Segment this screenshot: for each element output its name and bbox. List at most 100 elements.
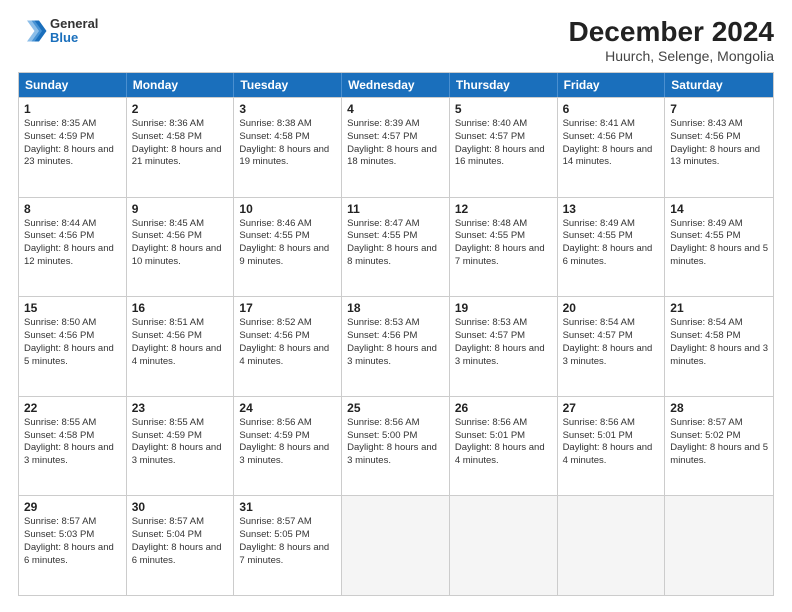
cal-cell-1-5: 13 Sunrise: 8:49 AM Sunset: 4:55 PM Dayli… bbox=[558, 198, 666, 297]
logo-icon bbox=[18, 16, 48, 46]
cell-info: Sunrise: 8:55 AM Sunset: 4:59 PM Dayligh… bbox=[132, 417, 229, 468]
cell-info: Sunrise: 8:45 AM Sunset: 4:56 PM Dayligh… bbox=[132, 218, 229, 269]
cell-info: Sunrise: 8:39 AM Sunset: 4:57 PM Dayligh… bbox=[347, 118, 444, 169]
calendar-header: Sunday Monday Tuesday Wednesday Thursday… bbox=[19, 73, 773, 97]
cal-cell-4-2: 31 Sunrise: 8:57 AM Sunset: 5:05 PM Dayli… bbox=[234, 496, 342, 595]
cal-cell-1-1: 9Sunrise: 8:45 AM Sunset: 4:56 PM Daylig… bbox=[127, 198, 235, 297]
header: General Blue December 2024 Huurch, Selen… bbox=[18, 16, 774, 64]
cell-date-number: 13 bbox=[563, 202, 660, 216]
cell-info: Sunrise: 8:57 AM Sunset: 5:03 PM Dayligh… bbox=[24, 516, 121, 567]
cell-info: Sunrise: 8:40 AM Sunset: 4:57 PM Dayligh… bbox=[455, 118, 552, 169]
cal-cell-2-6: 21Sunrise: 8:54 AM Sunset: 4:58 PM Dayli… bbox=[665, 297, 773, 396]
cal-cell-0-5: 6Sunrise: 8:41 AM Sunset: 4:56 PM Daylig… bbox=[558, 98, 666, 197]
cal-cell-1-6: 14 Sunrise: 8:49 AM Sunset: 4:55 PM Dayli… bbox=[665, 198, 773, 297]
cell-date-number: 28 bbox=[670, 401, 768, 415]
cell-date-number: 26 bbox=[455, 401, 552, 415]
cal-row-1: 8 Sunrise: 8:44 AM Sunset: 4:56 PM Daylig… bbox=[19, 197, 773, 297]
cal-cell-0-1: 2 Sunrise: 8:36 AM Sunset: 4:58 PM Daylig… bbox=[127, 98, 235, 197]
cal-row-2: 15 Sunrise: 8:50 AM Sunset: 4:56 PM Dayli… bbox=[19, 296, 773, 396]
page-subtitle: Huurch, Selenge, Mongolia bbox=[569, 48, 774, 64]
header-wednesday: Wednesday bbox=[342, 73, 450, 97]
cell-info: Sunrise: 8:38 AM Sunset: 4:58 PM Dayligh… bbox=[239, 118, 336, 169]
logo: General Blue bbox=[18, 16, 98, 46]
cell-date-number: 4 bbox=[347, 102, 444, 116]
cal-cell-1-2: 10 Sunrise: 8:46 AM Sunset: 4:55 PM Dayli… bbox=[234, 198, 342, 297]
cell-info: Sunrise: 8:46 AM Sunset: 4:55 PM Dayligh… bbox=[239, 218, 336, 269]
cal-cell-0-0: 1 Sunrise: 8:35 AM Sunset: 4:59 PM Daylig… bbox=[19, 98, 127, 197]
title-block: December 2024 Huurch, Selenge, Mongolia bbox=[569, 16, 774, 64]
cell-date-number: 22 bbox=[24, 401, 121, 415]
cell-info: Sunrise: 8:49 AM Sunset: 4:55 PM Dayligh… bbox=[670, 218, 768, 269]
header-sunday: Sunday bbox=[19, 73, 127, 97]
cell-date-number: 18 bbox=[347, 301, 444, 315]
calendar-body: 1 Sunrise: 8:35 AM Sunset: 4:59 PM Daylig… bbox=[19, 97, 773, 595]
cell-info: Sunrise: 8:48 AM Sunset: 4:55 PM Dayligh… bbox=[455, 218, 552, 269]
cal-cell-3-5: 27 Sunrise: 8:56 AM Sunset: 5:01 PM Dayli… bbox=[558, 397, 666, 496]
cell-info: Sunrise: 8:57 AM Sunset: 5:02 PM Dayligh… bbox=[670, 417, 768, 468]
cal-cell-2-4: 19Sunrise: 8:53 AM Sunset: 4:57 PM Dayli… bbox=[450, 297, 558, 396]
cell-date-number: 3 bbox=[239, 102, 336, 116]
cell-date-number: 8 bbox=[24, 202, 121, 216]
page-title: December 2024 bbox=[569, 16, 774, 48]
cell-info: Sunrise: 8:56 AM Sunset: 5:00 PM Dayligh… bbox=[347, 417, 444, 468]
cal-cell-4-4 bbox=[450, 496, 558, 595]
cal-cell-0-3: 4 Sunrise: 8:39 AM Sunset: 4:57 PM Daylig… bbox=[342, 98, 450, 197]
cal-cell-4-1: 30Sunrise: 8:57 AM Sunset: 5:04 PM Dayli… bbox=[127, 496, 235, 595]
cal-cell-2-0: 15 Sunrise: 8:50 AM Sunset: 4:56 PM Dayli… bbox=[19, 297, 127, 396]
cal-cell-1-4: 12Sunrise: 8:48 AM Sunset: 4:55 PM Dayli… bbox=[450, 198, 558, 297]
cell-date-number: 25 bbox=[347, 401, 444, 415]
cal-cell-0-6: 7Sunrise: 8:43 AM Sunset: 4:56 PM Daylig… bbox=[665, 98, 773, 197]
cell-date-number: 1 bbox=[24, 102, 121, 116]
header-tuesday: Tuesday bbox=[234, 73, 342, 97]
cell-info: Sunrise: 8:56 AM Sunset: 5:01 PM Dayligh… bbox=[455, 417, 552, 468]
cal-cell-4-3 bbox=[342, 496, 450, 595]
cell-date-number: 31 bbox=[239, 500, 336, 514]
cell-date-number: 27 bbox=[563, 401, 660, 415]
cell-date-number: 15 bbox=[24, 301, 121, 315]
header-thursday: Thursday bbox=[450, 73, 558, 97]
cell-date-number: 24 bbox=[239, 401, 336, 415]
cal-cell-3-4: 26 Sunrise: 8:56 AM Sunset: 5:01 PM Dayli… bbox=[450, 397, 558, 496]
cell-date-number: 16 bbox=[132, 301, 229, 315]
logo-blue-text: Blue bbox=[50, 31, 98, 45]
page: General Blue December 2024 Huurch, Selen… bbox=[0, 0, 792, 612]
cell-info: Sunrise: 8:35 AM Sunset: 4:59 PM Dayligh… bbox=[24, 118, 121, 169]
cell-date-number: 10 bbox=[239, 202, 336, 216]
cell-info: Sunrise: 8:51 AM Sunset: 4:56 PM Dayligh… bbox=[132, 317, 229, 368]
cal-cell-3-6: 28 Sunrise: 8:57 AM Sunset: 5:02 PM Dayli… bbox=[665, 397, 773, 496]
cell-info: Sunrise: 8:41 AM Sunset: 4:56 PM Dayligh… bbox=[563, 118, 660, 169]
cell-date-number: 30 bbox=[132, 500, 229, 514]
logo-text: General Blue bbox=[50, 17, 98, 46]
cell-info: Sunrise: 8:53 AM Sunset: 4:56 PM Dayligh… bbox=[347, 317, 444, 368]
cell-info: Sunrise: 8:55 AM Sunset: 4:58 PM Dayligh… bbox=[24, 417, 121, 468]
cell-date-number: 14 bbox=[670, 202, 768, 216]
cell-date-number: 19 bbox=[455, 301, 552, 315]
cal-row-4: 29 Sunrise: 8:57 AM Sunset: 5:03 PM Dayli… bbox=[19, 495, 773, 595]
cal-cell-3-0: 22 Sunrise: 8:55 AM Sunset: 4:58 PM Dayli… bbox=[19, 397, 127, 496]
cell-date-number: 2 bbox=[132, 102, 229, 116]
header-monday: Monday bbox=[127, 73, 235, 97]
cell-date-number: 17 bbox=[239, 301, 336, 315]
cal-cell-2-3: 18 Sunrise: 8:53 AM Sunset: 4:56 PM Dayli… bbox=[342, 297, 450, 396]
cell-info: Sunrise: 8:56 AM Sunset: 5:01 PM Dayligh… bbox=[563, 417, 660, 468]
cell-info: Sunrise: 8:49 AM Sunset: 4:55 PM Dayligh… bbox=[563, 218, 660, 269]
cell-info: Sunrise: 8:52 AM Sunset: 4:56 PM Dayligh… bbox=[239, 317, 336, 368]
header-friday: Friday bbox=[558, 73, 666, 97]
cal-cell-2-1: 16 Sunrise: 8:51 AM Sunset: 4:56 PM Dayli… bbox=[127, 297, 235, 396]
cal-cell-2-2: 17 Sunrise: 8:52 AM Sunset: 4:56 PM Dayli… bbox=[234, 297, 342, 396]
cal-row-3: 22 Sunrise: 8:55 AM Sunset: 4:58 PM Dayli… bbox=[19, 396, 773, 496]
cal-cell-3-1: 23 Sunrise: 8:55 AM Sunset: 4:59 PM Dayli… bbox=[127, 397, 235, 496]
cal-cell-0-4: 5Sunrise: 8:40 AM Sunset: 4:57 PM Daylig… bbox=[450, 98, 558, 197]
cell-info: Sunrise: 8:44 AM Sunset: 4:56 PM Dayligh… bbox=[24, 218, 121, 269]
cell-info: Sunrise: 8:43 AM Sunset: 4:56 PM Dayligh… bbox=[670, 118, 768, 169]
cell-info: Sunrise: 8:57 AM Sunset: 5:05 PM Dayligh… bbox=[239, 516, 336, 567]
cal-cell-1-3: 11Sunrise: 8:47 AM Sunset: 4:55 PM Dayli… bbox=[342, 198, 450, 297]
cell-date-number: 29 bbox=[24, 500, 121, 514]
cal-row-0: 1 Sunrise: 8:35 AM Sunset: 4:59 PM Daylig… bbox=[19, 97, 773, 197]
cell-date-number: 23 bbox=[132, 401, 229, 415]
cell-info: Sunrise: 8:50 AM Sunset: 4:56 PM Dayligh… bbox=[24, 317, 121, 368]
cell-info: Sunrise: 8:36 AM Sunset: 4:58 PM Dayligh… bbox=[132, 118, 229, 169]
logo-general-text: General bbox=[50, 17, 98, 31]
cal-cell-1-0: 8 Sunrise: 8:44 AM Sunset: 4:56 PM Daylig… bbox=[19, 198, 127, 297]
cal-cell-2-5: 20Sunrise: 8:54 AM Sunset: 4:57 PM Dayli… bbox=[558, 297, 666, 396]
